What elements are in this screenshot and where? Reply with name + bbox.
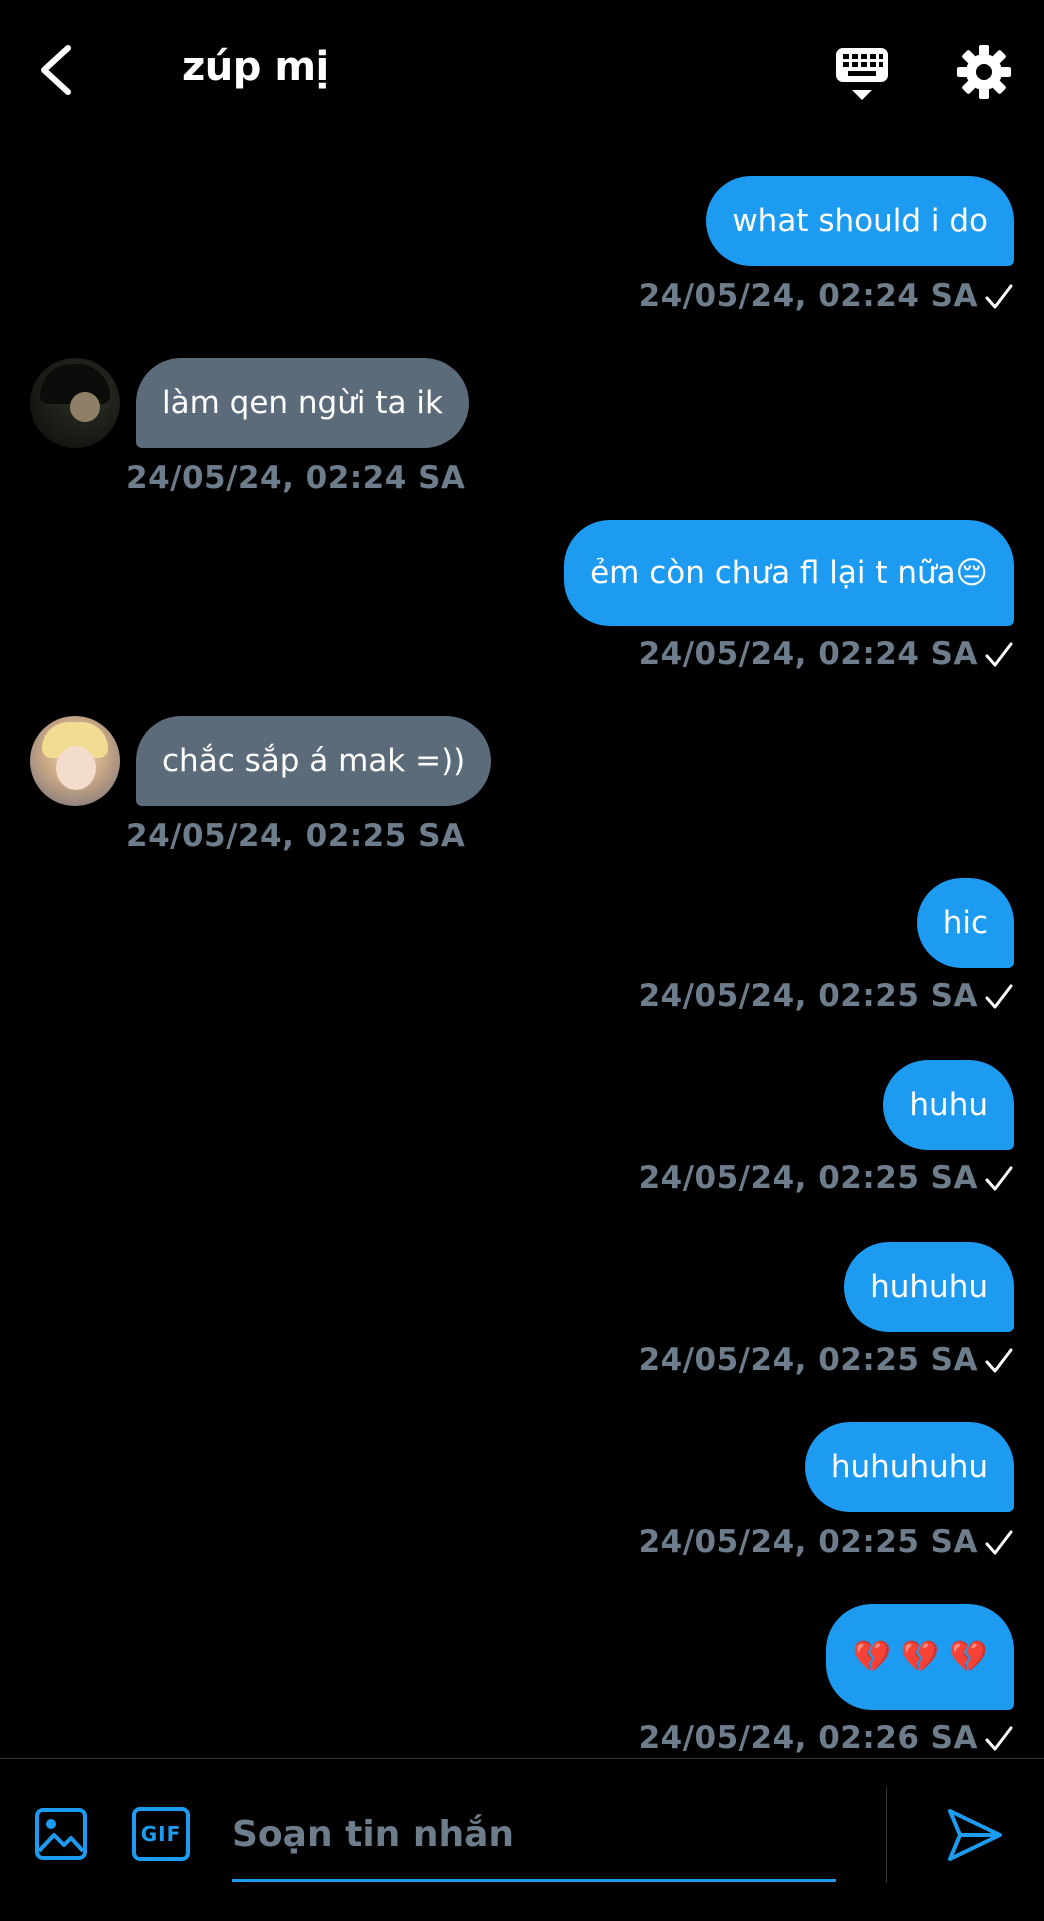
message-timestamp: 24/05/24, 02:24 SA — [638, 636, 978, 672]
outgoing-message[interactable]: what should i do — [706, 176, 1014, 266]
sent-check-icon — [985, 1348, 1013, 1373]
message-timestamp: 24/05/24, 02:24 SA — [638, 278, 978, 314]
sent-check-icon — [985, 642, 1013, 667]
message-input[interactable] — [232, 1789, 836, 1882]
chevron-left-icon[interactable] — [32, 40, 80, 100]
conversation-title: zúp mị — [182, 44, 329, 90]
image-icon[interactable] — [34, 1807, 88, 1861]
message-list[interactable]: what should i do 24/05/24, 02:24 SA làm … — [0, 140, 1044, 1758]
outgoing-message[interactable]: hic — [916, 878, 1014, 968]
composer-divider — [886, 1787, 887, 1883]
message-text: ẻm còn chưa fl lại t nữa😔 — [590, 554, 988, 591]
outgoing-message[interactable]: 💔 💔 💔 — [826, 1604, 1014, 1710]
gif-icon[interactable]: GIF — [132, 1807, 190, 1861]
message-text: 💔 💔 💔 — [852, 1638, 988, 1675]
send-icon[interactable] — [946, 1807, 1004, 1863]
message-timestamp: 24/05/24, 02:24 SA — [126, 460, 466, 496]
message-timestamp: 24/05/24, 02:25 SA — [638, 1342, 978, 1378]
keyboard-icon[interactable] — [834, 44, 890, 104]
incoming-message[interactable]: chắc sắp á mak =)) — [136, 716, 492, 806]
chat-header: zúp mị — [0, 0, 1044, 140]
message-text: làm qen ngừi ta ik — [162, 384, 443, 421]
outgoing-message[interactable]: huhuhu — [844, 1242, 1014, 1332]
outgoing-message[interactable]: huhu — [883, 1060, 1014, 1150]
message-composer: GIF — [0, 1758, 1044, 1921]
message-text: huhu — [909, 1086, 988, 1123]
avatar[interactable] — [30, 716, 120, 806]
sent-check-icon — [985, 1726, 1013, 1751]
gif-label: GIF — [140, 1822, 182, 1846]
sent-check-icon — [985, 1530, 1013, 1555]
sent-check-icon — [985, 1166, 1013, 1191]
message-text: huhuhu — [870, 1268, 988, 1305]
message-timestamp: 24/05/24, 02:25 SA — [638, 1160, 978, 1196]
incoming-message[interactable]: làm qen ngừi ta ik — [136, 358, 469, 448]
message-timestamp: 24/05/24, 02:25 SA — [638, 1524, 978, 1560]
outgoing-message[interactable]: huhuhuhu — [804, 1422, 1014, 1512]
sent-check-icon — [985, 284, 1013, 309]
avatar[interactable] — [30, 358, 120, 448]
message-text: chắc sắp á mak =)) — [162, 742, 466, 779]
message-timestamp: 24/05/24, 02:25 SA — [126, 818, 466, 854]
gear-icon[interactable] — [956, 44, 1012, 100]
message-text: what should i do — [732, 202, 988, 239]
sent-check-icon — [985, 984, 1013, 1009]
message-text: hic — [942, 904, 988, 941]
message-timestamp: 24/05/24, 02:25 SA — [638, 978, 978, 1014]
outgoing-message[interactable]: ẻm còn chưa fl lại t nữa😔 — [564, 520, 1014, 626]
message-timestamp: 24/05/24, 02:26 SA — [638, 1720, 978, 1756]
message-text: huhuhuhu — [830, 1448, 988, 1485]
